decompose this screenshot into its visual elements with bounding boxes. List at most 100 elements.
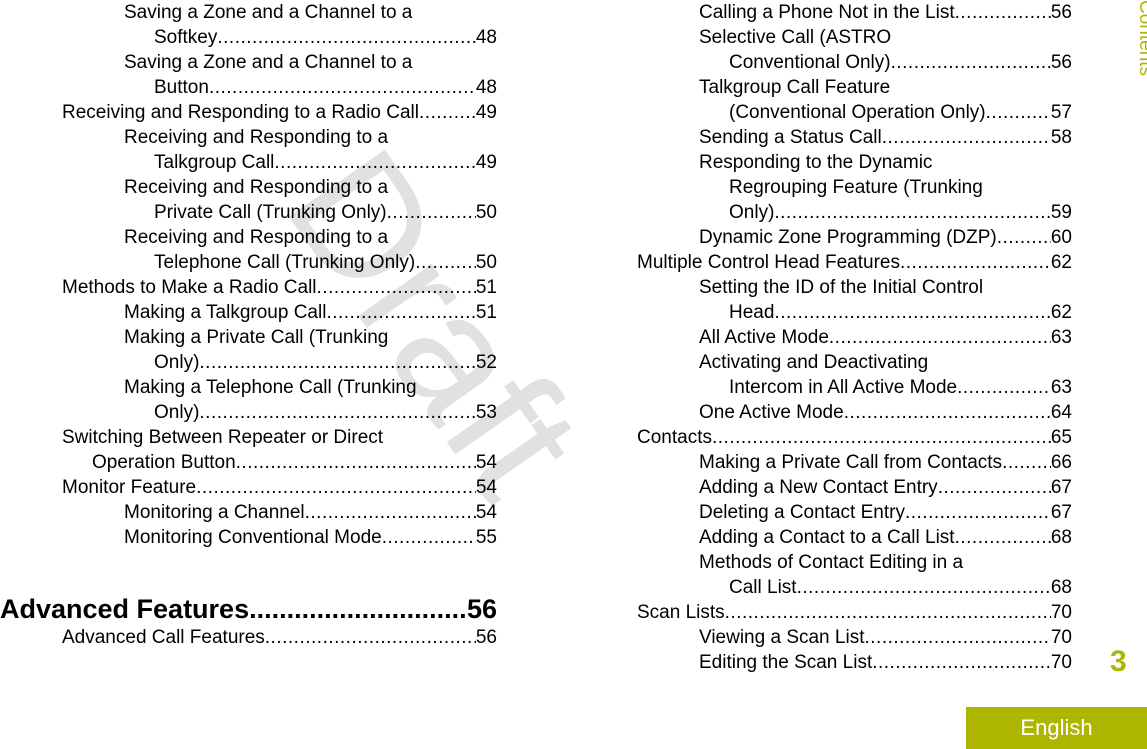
toc-entry-line[interactable]: Methods to Make a Radio Call............… [62,275,497,300]
toc-entry-text: Button [154,77,209,98]
toc-page-number: 54 [475,477,497,498]
toc-entry-line[interactable]: Only)...................................… [154,400,497,425]
page-number: 3 [1110,645,1127,678]
toc-entry-line[interactable]: Adding a Contact to a Call List.........… [699,525,1072,550]
toc-entry-line[interactable]: Monitor Feature.........................… [62,475,497,500]
toc-entry-text: One Active Mode [699,402,844,423]
toc-entry-line[interactable]: Monitoring Conventional Mode............… [124,525,497,550]
toc-entry-text: Monitoring Conventional Mode [124,527,382,548]
toc-entry-line[interactable]: One Active Mode.........................… [699,400,1072,425]
dot-leader: ........................................… [274,152,476,173]
toc-entry-line[interactable]: Saving a Zone and a Channel to a [124,50,497,75]
toc-entry-text: Call List [729,577,797,598]
dot-leader: ........................................… [890,52,1051,73]
dot-leader: ........................................… [199,402,476,423]
dot-leader: ........................................… [208,77,476,98]
toc-entry-line[interactable]: Making a Private Call (Trunking [124,325,497,350]
dot-leader: ........................................… [724,602,1051,623]
toc-entry-line[interactable]: Saving a Zone and a Channel to a [124,0,497,25]
toc-entry-text: Activating and Deactivating [699,352,929,373]
toc-entry-line[interactable]: Making a Private Call from Contacts.....… [699,450,1072,475]
toc-entry-text: All Active Mode [699,327,829,348]
toc-entry-line[interactable]: Sending a Status Call...................… [699,125,1072,150]
toc-entry-line[interactable]: Dynamic Zone Programming (DZP)..........… [699,225,1072,250]
toc-entry-text: Receiving and Responding to a [124,127,389,148]
toc-entry-line[interactable]: Receiving and Responding to a [124,175,497,200]
toc-entry-line[interactable]: Telephone Call (Trunking Only)..........… [154,250,497,275]
toc-entry-line[interactable]: Intercom in All Active Mode.............… [729,375,1072,400]
toc-page-number: 55 [475,527,497,548]
toc-entry-line[interactable]: Advanced Call Features..................… [62,625,497,650]
toc-page-number: 67 [1050,502,1072,523]
dot-leader: ........................................… [996,227,1051,248]
toc-page-number: 56 [475,627,497,648]
toc-entry-text: Making a Private Call (Trunking [124,327,389,348]
toc-entry-line[interactable]: Conventional Only)......................… [729,50,1072,75]
toc-entry-line[interactable]: All Active Mode.........................… [699,325,1072,350]
toc-entry-line[interactable]: Switching Between Repeater or Direct [62,425,497,450]
toc-entry-line[interactable]: Contacts................................… [637,425,1072,450]
toc-page-number: 48 [475,77,497,98]
toc-entry-text: Methods of Contact Editing in a [699,552,964,573]
toc-page-number: 67 [1050,477,1072,498]
dot-leader: ........................................… [381,527,476,548]
toc-entry-line[interactable]: Call List...............................… [729,575,1072,600]
dot-leader: ........................................… [881,127,1051,148]
toc-entry-text: Receiving and Responding to a Radio Call [62,102,420,123]
toc-entry-text: Operation Button [92,452,236,473]
toc-chapter-heading[interactable]: Advanced Features ......................… [0,592,497,626]
dot-leader: ........................................… [304,502,476,523]
toc-entry-text: (Conventional Operation Only) [729,102,986,123]
toc-entry-line[interactable]: Private Call (Trunking Only)............… [154,200,497,225]
dot-leader: ........................................… [774,202,1051,223]
toc-entry-line[interactable]: Operation Button........................… [92,450,497,475]
toc-entry-line[interactable]: Talkgroup Call..........................… [154,150,497,175]
toc-page-number: 62 [1050,302,1072,323]
toc-entry-line[interactable]: Methods of Contact Editing in a [699,550,1072,575]
toc-entry-line[interactable]: (Conventional Operation Only)...........… [729,100,1072,125]
toc-page-number: 70 [1050,652,1072,673]
toc-entry-line[interactable]: Editing the Scan List...................… [699,650,1072,675]
toc-entry-line[interactable]: Making a Talkgroup Call.................… [124,300,497,325]
language-tab: English [966,707,1147,749]
toc-entry-line[interactable]: Receiving and Responding to a [124,125,497,150]
toc-entry-line[interactable]: Softkey.................................… [154,25,497,50]
toc-entry-line[interactable]: Activating and Deactivating [699,350,1072,375]
toc-entry-line[interactable]: Making a Telephone Call (Trunking [124,375,497,400]
toc-entry-line[interactable]: Setting the ID of the Initial Control [699,275,1072,300]
chapter-page: 56 [466,594,497,624]
dot-leader: ........................................… [954,527,1051,548]
toc-entry-text: Private Call (Trunking Only) [154,202,387,223]
toc-entry-text: Talkgroup Call Feature [699,77,891,98]
toc-entry-line[interactable]: Receiving and Responding to a [124,225,497,250]
toc-entry-line[interactable]: Adding a New Contact Entry..............… [699,475,1072,500]
chapter-title: Advanced Features [0,594,250,624]
toc-entry-line[interactable]: Viewing a Scan List.....................… [699,625,1072,650]
toc-page-number: 50 [475,202,497,223]
dot-leader: ........................................… [828,327,1051,348]
toc-page-number: 54 [475,502,497,523]
dot-leader: ........................................… [1002,452,1051,473]
toc-entry-line[interactable]: Receiving and Responding to a Radio Call… [62,100,497,125]
toc-entry-text: Scan Lists [637,602,725,623]
dot-leader: ........................................… [326,302,475,323]
toc-entry-text: Setting the ID of the Initial Control [699,277,984,298]
toc-entry-line[interactable]: Deleting a Contact Entry................… [699,500,1072,525]
toc-entry-line[interactable]: Scan Lists..............................… [637,600,1072,625]
toc-entry-line[interactable]: Multiple Control Head Features..........… [637,250,1072,275]
toc-entry-line[interactable]: Only)...................................… [154,350,497,375]
toc-entry-line[interactable]: Regrouping Feature (Trunking [729,175,1072,200]
toc-entry-line[interactable]: Calling a Phone Not in the List.........… [699,0,1072,25]
toc-entry-line[interactable]: Head....................................… [729,300,1072,325]
toc-entry-line[interactable]: Monitoring a Channel....................… [124,500,497,525]
toc-entry-line[interactable]: Talkgroup Call Feature [699,75,1072,100]
toc-entry-text: Monitoring a Channel [124,502,305,523]
dot-leader: ........................................… [985,102,1051,123]
toc-entry-line[interactable]: Button..................................… [154,75,497,100]
toc-entry-line[interactable]: Only)...................................… [729,200,1072,225]
toc-entry-line[interactable]: Selective Call (ASTRO [699,25,1072,50]
dot-leader: ........................................… [774,302,1051,323]
toc-entry-line[interactable]: Responding to the Dynamic [699,150,1072,175]
toc-page-number: 65 [1050,427,1072,448]
toc-entry-text: Making a Talkgroup Call [124,302,327,323]
